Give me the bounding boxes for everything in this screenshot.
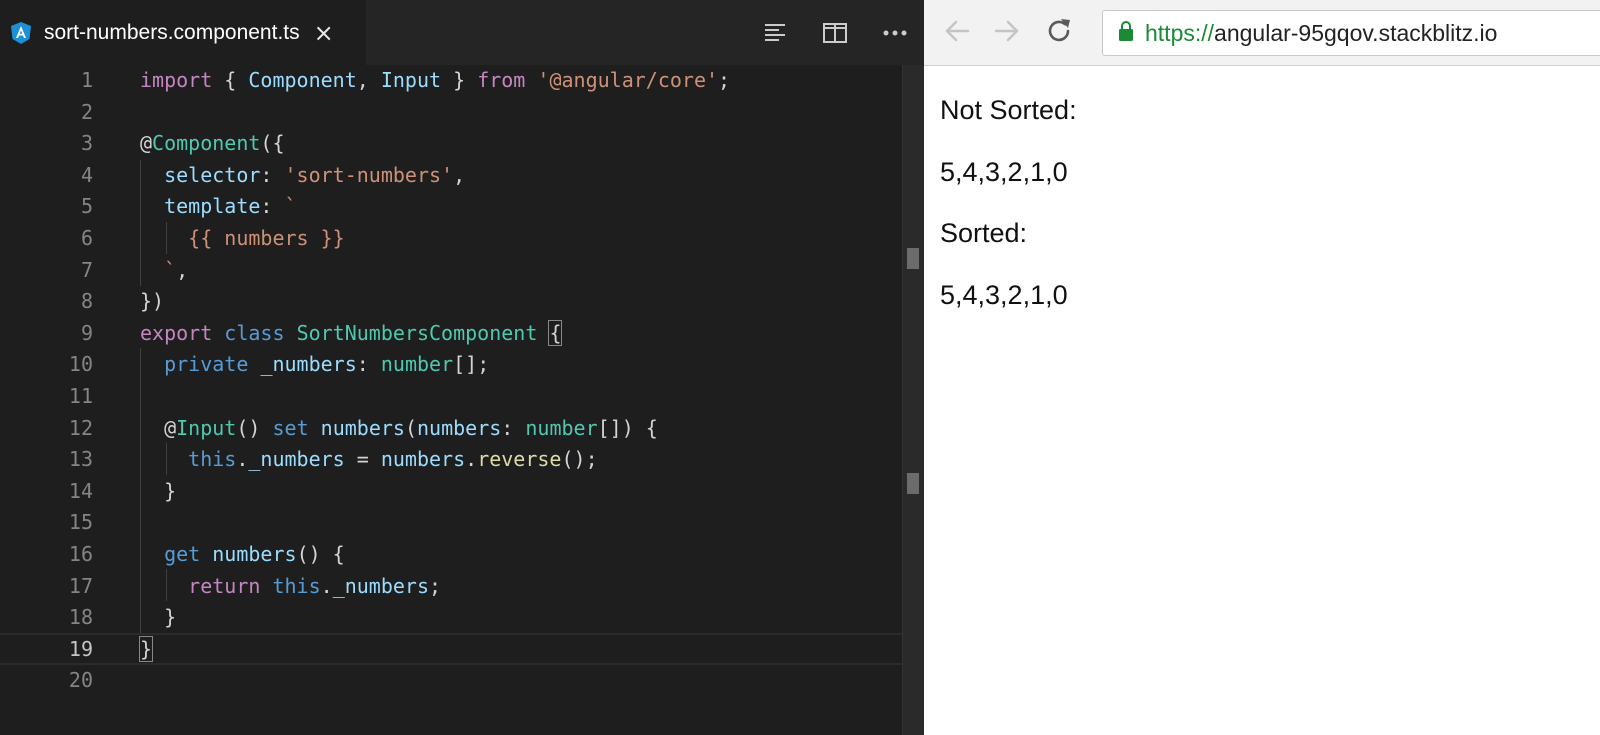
line-number: 14 — [68, 478, 93, 503]
code-editor[interactable]: sort-numbers.component.ts × 1 2 3 4 5 6 … — [0, 0, 924, 735]
editor-tab[interactable]: sort-numbers.component.ts × — [0, 0, 366, 65]
code-line: `, — [164, 257, 189, 282]
editor-tab-bar: sort-numbers.component.ts × — [0, 0, 924, 65]
line-number: 3 — [80, 131, 93, 156]
angular-icon — [10, 21, 32, 45]
code-line: }) — [140, 289, 165, 314]
code-line: return this._numbers; — [188, 573, 442, 598]
code-line: } — [164, 605, 177, 630]
lock-icon — [1117, 20, 1135, 46]
code-line: @Component({ — [140, 131, 285, 156]
line-number-gutter: 1 2 3 4 5 6 7 8 9 10 11 12 13 14 15 16 1… — [0, 65, 105, 697]
url-scheme: https:// — [1145, 19, 1215, 46]
browser-toolbar: https://angular-95gqov.stackblitz.io — [924, 0, 1600, 66]
line-number-active: 19 — [68, 636, 93, 661]
url-host: angular-95gqov.stackblitz.io — [1214, 19, 1498, 46]
back-icon[interactable] — [940, 14, 974, 48]
code-line: @Input() set numbers(numbers: number[]) … — [164, 415, 658, 440]
split-editor-icon[interactable] — [822, 20, 848, 46]
not-sorted-value: 5,4,3,2,1,0 — [940, 156, 1068, 187]
code-line: private _numbers: number[]; — [164, 352, 490, 377]
line-number: 20 — [68, 668, 93, 693]
editor-scrollbar[interactable] — [902, 65, 924, 735]
reload-icon[interactable] — [1042, 14, 1076, 48]
scrollbar-marker — [907, 473, 919, 494]
outline-icon[interactable] — [762, 20, 788, 46]
code-line: get numbers() { — [164, 541, 345, 566]
code-area[interactable]: import { Component, Input } from '@angul… — [138, 65, 902, 697]
line-number: 9 — [80, 320, 93, 345]
line-number: 13 — [68, 447, 93, 472]
line-number: 15 — [68, 510, 93, 535]
scrollbar-marker — [907, 248, 919, 269]
close-icon[interactable]: × — [314, 21, 334, 45]
tab-title: sort-numbers.component.ts — [44, 20, 300, 44]
sorted-value: 5,4,3,2,1,0 — [940, 279, 1068, 310]
line-number: 17 — [68, 573, 93, 598]
more-icon[interactable] — [882, 20, 908, 46]
line-number: 4 — [80, 162, 93, 187]
page-content: Not Sorted: 5,4,3,2,1,0 Sorted: 5,4,3,2,… — [940, 80, 1077, 326]
line-number: 8 — [80, 289, 93, 314]
forward-icon[interactable] — [990, 14, 1024, 48]
line-number: 2 — [80, 99, 93, 124]
editor-actions — [762, 0, 908, 65]
browser-window: https://angular-95gqov.stackblitz.io Not… — [924, 0, 1600, 735]
code-line: } — [138, 635, 154, 662]
line-number: 10 — [68, 352, 93, 377]
not-sorted-label: Not Sorted: — [940, 95, 1077, 125]
line-number: 5 — [80, 194, 93, 219]
line-number: 18 — [68, 605, 93, 630]
code-line: import { Component, Input } from '@angul… — [140, 68, 731, 92]
address-bar[interactable]: https://angular-95gqov.stackblitz.io — [1102, 10, 1600, 56]
code-line: selector: 'sort-numbers', — [164, 162, 466, 187]
sorted-label: Sorted: — [940, 218, 1028, 248]
code-line: this._numbers = numbers.reverse(); — [188, 447, 598, 472]
code-line: template: ` — [164, 194, 297, 219]
code-line: } — [164, 478, 177, 503]
line-number: 1 — [80, 68, 93, 92]
line-number: 12 — [68, 415, 93, 440]
line-number: 7 — [80, 257, 93, 282]
code-line: {{ numbers }} — [188, 225, 345, 250]
line-number: 11 — [68, 383, 93, 408]
line-number: 6 — [80, 225, 93, 250]
line-number: 16 — [68, 541, 93, 566]
code-line: export class SortNumbersComponent { — [140, 319, 563, 346]
